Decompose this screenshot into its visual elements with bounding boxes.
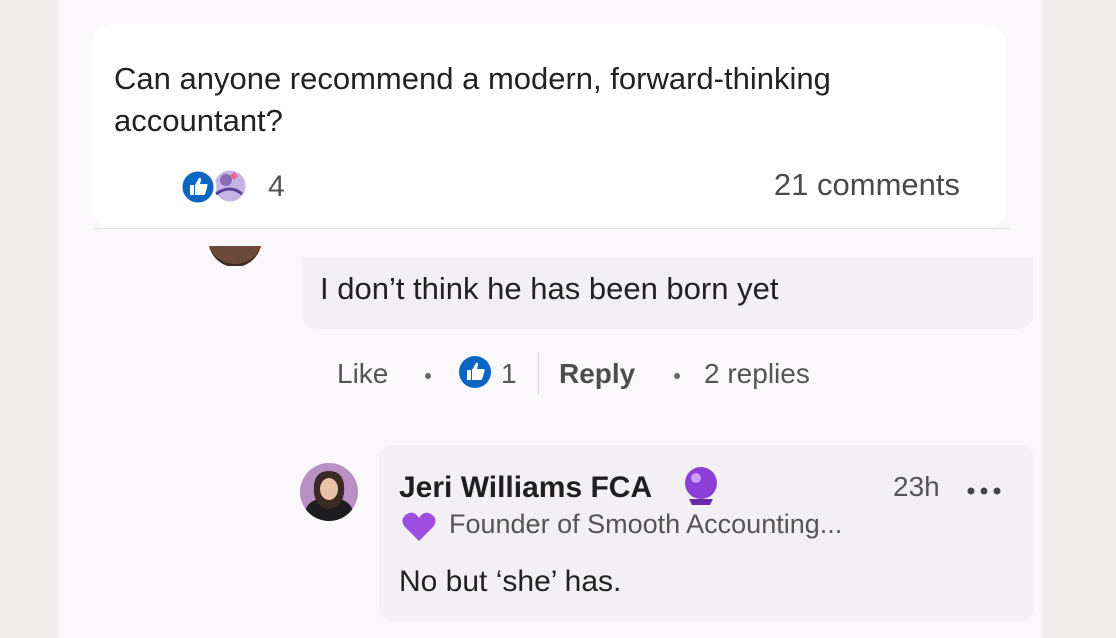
reaction-count: 4 bbox=[268, 170, 285, 203]
avatar-photo bbox=[300, 463, 358, 521]
reply-author-headline: Founder of Smooth Accounting... bbox=[449, 509, 843, 539]
post-text-line-2: accountant? bbox=[114, 103, 283, 138]
post-text-line-1: Can anyone recommend a modern, forward-t… bbox=[114, 61, 831, 96]
replies-link[interactable]: 2 replies bbox=[704, 358, 810, 390]
like-button[interactable]: Like bbox=[337, 358, 388, 390]
reply-author-name[interactable]: Jeri Williams FCA bbox=[399, 471, 652, 505]
reply-time: 23h bbox=[893, 471, 940, 502]
support-icon bbox=[211, 167, 249, 205]
purple-heart-icon bbox=[402, 512, 436, 541]
post-text: Can anyone recommend a modern, forward-t… bbox=[114, 58, 934, 142]
more-options-icon[interactable] bbox=[967, 487, 1001, 495]
feed-page: Can anyone recommend a modern, forward-t… bbox=[58, 0, 1042, 638]
crystal-ball-icon bbox=[685, 467, 717, 505]
reply-text: No but ‘she’ has. bbox=[399, 565, 622, 598]
post-divider bbox=[94, 228, 1010, 229]
separator-dot bbox=[425, 373, 431, 379]
reply-button[interactable]: Reply bbox=[559, 358, 635, 390]
separator-dot bbox=[674, 373, 680, 379]
comment-bubble: I don’t think he has been born yet bbox=[302, 257, 1033, 329]
reaction-icons bbox=[179, 167, 249, 206]
like-count[interactable]: 1 bbox=[501, 358, 517, 390]
action-divider bbox=[538, 352, 539, 394]
commenter-avatar[interactable] bbox=[208, 246, 262, 266]
comment-actions: Like 1 Reply 2 replies bbox=[337, 352, 937, 396]
thumbs-up-icon bbox=[459, 356, 491, 388]
thumbs-up-icon bbox=[179, 168, 217, 206]
reply-author-avatar[interactable] bbox=[300, 463, 358, 521]
comments-count-link[interactable]: 21 comments bbox=[774, 167, 960, 203]
comment-text: I don’t think he has been born yet bbox=[320, 271, 779, 306]
reply-bubble: Jeri Williams FCA 23h Founder of Smooth … bbox=[379, 445, 1034, 621]
